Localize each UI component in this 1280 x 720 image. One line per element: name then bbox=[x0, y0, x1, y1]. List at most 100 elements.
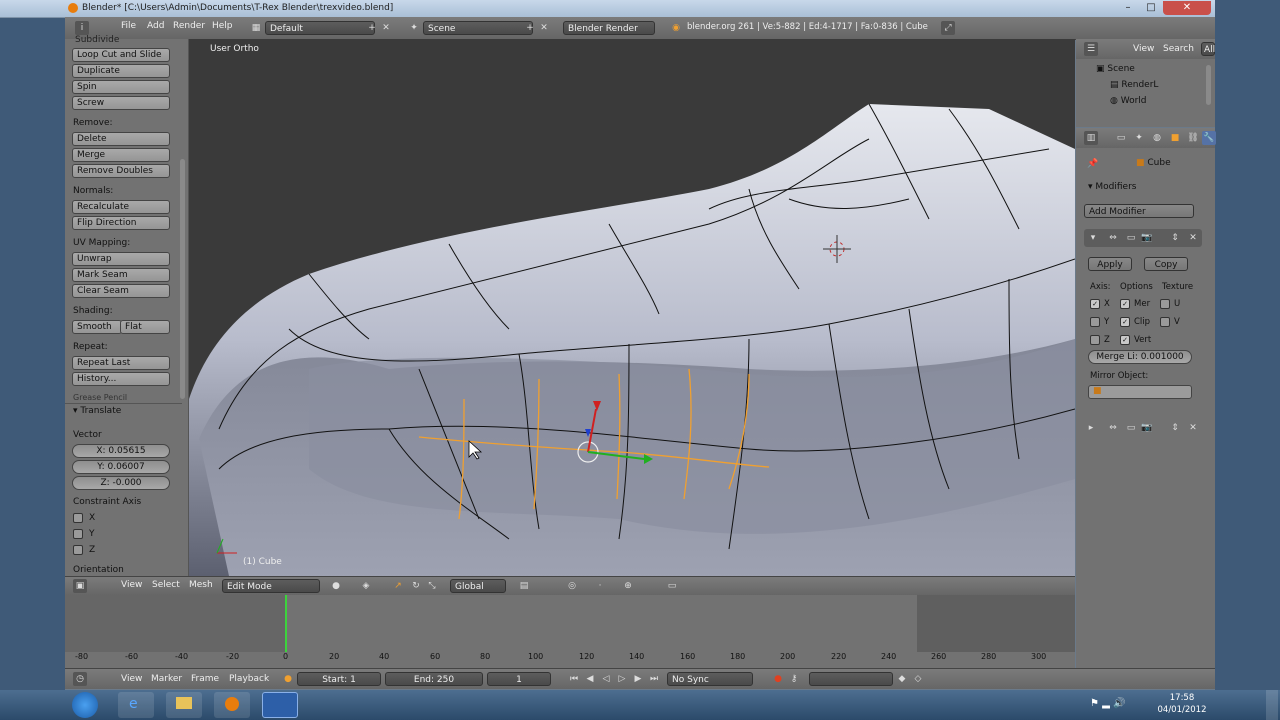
constraint-z-checkbox[interactable] bbox=[73, 545, 83, 555]
keying-icon[interactable]: ● bbox=[281, 672, 295, 686]
select-vertex-icon[interactable]: · bbox=[593, 579, 607, 593]
ie-taskbar-icon[interactable]: e bbox=[118, 692, 154, 718]
delete-scene-x-icon[interactable]: ✕ bbox=[537, 21, 551, 35]
minimize-button[interactable]: – bbox=[1117, 1, 1139, 15]
add-scene-plus-icon[interactable]: + bbox=[523, 21, 537, 35]
prev-keyframe-icon[interactable]: ◀ bbox=[583, 672, 597, 686]
vector-x-field[interactable]: X: 0.05615 bbox=[72, 444, 170, 458]
render-icon[interactable]: ▭ bbox=[665, 579, 679, 593]
next-keyframe-icon[interactable]: ▶ bbox=[631, 672, 645, 686]
editor-type-outliner-icon[interactable]: ☰ bbox=[1084, 42, 1098, 56]
merge-limit-field[interactable]: Merge Li: 0.001000 bbox=[1088, 350, 1192, 364]
clock-time[interactable]: 17:58 bbox=[1152, 693, 1212, 703]
copy-modifier-button[interactable]: Copy bbox=[1144, 257, 1188, 271]
outliner-item-scene[interactable]: ▣ Scene bbox=[1096, 64, 1135, 74]
smooth-button[interactable]: Smooth bbox=[72, 320, 122, 334]
start-frame-field[interactable]: Start: 1 bbox=[297, 672, 381, 686]
pin-icon[interactable]: 📌 bbox=[1086, 157, 1100, 171]
clear-seam-button[interactable]: Clear Seam bbox=[72, 284, 170, 298]
vector-y-field[interactable]: Y: 0.06007 bbox=[72, 460, 170, 474]
snap-icon[interactable]: ⊕ bbox=[621, 579, 635, 593]
subdivide-button-partial[interactable]: Subdivide bbox=[75, 35, 119, 45]
editor-type-3dview-icon[interactable]: ▣ bbox=[73, 579, 87, 593]
viewport-shading-icon[interactable]: ● bbox=[329, 579, 343, 593]
world-tab-icon[interactable]: ◍ bbox=[1150, 131, 1164, 145]
loop-cut-button[interactable]: Loop Cut and Slide bbox=[72, 48, 170, 62]
outliner-item-renderlayers[interactable]: ▤ RenderL bbox=[1110, 80, 1158, 90]
keying-set-icon[interactable]: ⚷ bbox=[787, 672, 801, 686]
collapse-modifier-icon[interactable]: ▾ bbox=[1086, 231, 1100, 245]
constraint-x-checkbox[interactable] bbox=[73, 513, 83, 523]
outliner-scrollbar[interactable] bbox=[1206, 65, 1211, 105]
flip-direction-button[interactable]: Flip Direction bbox=[72, 216, 170, 230]
vertex-groups-checkbox[interactable]: ✓ bbox=[1120, 335, 1130, 345]
menu-frame[interactable]: Frame bbox=[191, 674, 219, 684]
modifier-editmode-icon[interactable]: 📷 bbox=[1140, 421, 1154, 435]
manipulator-scale-icon[interactable]: ⤡ bbox=[425, 579, 439, 593]
menu-render[interactable]: Render bbox=[173, 21, 205, 31]
object-tab-icon[interactable]: ■ bbox=[1168, 131, 1182, 145]
unwrap-button[interactable]: Unwrap bbox=[72, 252, 170, 266]
render-engine-select[interactable]: Blender Render bbox=[563, 21, 655, 35]
sync-mode-select[interactable]: No Sync bbox=[667, 672, 753, 686]
grease-pencil-panel-header[interactable]: Grease Pencil bbox=[73, 393, 127, 402]
outliner-display-mode[interactable]: All bbox=[1201, 42, 1215, 56]
jump-start-icon[interactable]: ⏮ bbox=[567, 672, 581, 686]
show-desktop-button[interactable] bbox=[1266, 690, 1278, 720]
proportional-edit-icon[interactable]: ◎ bbox=[565, 579, 579, 593]
merge-checkbox[interactable]: ✓ bbox=[1120, 299, 1130, 309]
translate-panel-header[interactable]: ▾ Translate bbox=[73, 406, 121, 416]
mark-seam-button[interactable]: Mark Seam bbox=[72, 268, 170, 282]
modifier-remove-x-icon[interactable]: ✕ bbox=[1186, 231, 1200, 245]
modifiers-panel-header[interactable]: ▾ Modifiers bbox=[1088, 182, 1136, 192]
blender-taskbar-icon[interactable] bbox=[214, 692, 250, 718]
delete-layout-x-icon[interactable]: ✕ bbox=[379, 21, 393, 35]
render-tab-icon[interactable]: ▭ bbox=[1114, 131, 1128, 145]
merge-button[interactable]: Merge bbox=[72, 148, 170, 162]
expand-modifier-icon[interactable]: ▸ bbox=[1084, 421, 1098, 435]
modifier-move-icon[interactable]: ⇕ bbox=[1168, 231, 1182, 245]
screen-layout-icon[interactable]: ▦ bbox=[249, 21, 263, 35]
insert-keyframe-icon[interactable]: ◆ bbox=[895, 672, 909, 686]
history-button[interactable]: History... bbox=[72, 372, 170, 386]
maximize-button[interactable]: □ bbox=[1140, 1, 1162, 15]
close-window-button[interactable]: ✕ bbox=[1163, 1, 1211, 15]
menu-marker[interactable]: Marker bbox=[151, 674, 182, 684]
3d-viewport[interactable]: User Ortho (1) Cube bbox=[189, 39, 1075, 576]
tool-shelf-scrollbar[interactable] bbox=[180, 159, 185, 399]
play-icon[interactable]: ▷ bbox=[615, 672, 629, 686]
add-layout-plus-icon[interactable]: + bbox=[365, 21, 379, 35]
scene-tab-icon[interactable]: ✦ bbox=[1132, 131, 1146, 145]
mirror-v-checkbox[interactable] bbox=[1160, 317, 1170, 327]
current-frame-field[interactable]: 1 bbox=[487, 672, 551, 686]
menu-mesh[interactable]: Mesh bbox=[189, 580, 213, 590]
menu-select[interactable]: Select bbox=[152, 580, 180, 590]
modifiers-tab-icon[interactable]: 🔧 bbox=[1202, 131, 1216, 145]
auto-keyframe-record-icon[interactable]: ● bbox=[771, 672, 785, 686]
recalculate-button[interactable]: Recalculate bbox=[72, 200, 170, 214]
constraints-tab-icon[interactable]: ⛓ bbox=[1186, 131, 1200, 145]
layer-icon[interactable]: ▤ bbox=[517, 579, 531, 593]
menu-help[interactable]: Help bbox=[212, 21, 233, 31]
pivot-point-icon[interactable]: ◈ bbox=[359, 579, 373, 593]
modifier-order-icon[interactable]: ⇕ bbox=[1168, 421, 1182, 435]
vector-z-field[interactable]: Z: -0.000 bbox=[72, 476, 170, 490]
constraint-y-checkbox[interactable] bbox=[73, 529, 83, 539]
remove-doubles-button[interactable]: Remove Doubles bbox=[72, 164, 170, 178]
modifier-delete-x-icon[interactable]: ✕ bbox=[1186, 421, 1200, 435]
jump-end-icon[interactable]: ⏭ bbox=[647, 672, 661, 686]
tray-icons[interactable]: ⚑ ▂ 🔊 bbox=[1090, 698, 1125, 709]
current-frame-indicator[interactable] bbox=[285, 595, 287, 652]
end-frame-field[interactable]: End: 250 bbox=[385, 672, 483, 686]
modifier-visibility-icon[interactable]: ▭ bbox=[1124, 421, 1138, 435]
axis-y-checkbox[interactable] bbox=[1090, 317, 1100, 327]
repeat-last-button[interactable]: Repeat Last bbox=[72, 356, 170, 370]
flat-button[interactable]: Flat bbox=[120, 320, 170, 334]
editor-type-info-icon[interactable]: i bbox=[75, 21, 89, 35]
active-keying-set-field[interactable] bbox=[809, 672, 893, 686]
mirror-u-checkbox[interactable] bbox=[1160, 299, 1170, 309]
menu-file[interactable]: File bbox=[121, 21, 136, 31]
modifier-render-toggle-icon[interactable]: 📷 bbox=[1140, 231, 1154, 245]
menu-add[interactable]: Add bbox=[147, 21, 164, 31]
mirror-object-field[interactable]: ■ bbox=[1088, 385, 1192, 399]
